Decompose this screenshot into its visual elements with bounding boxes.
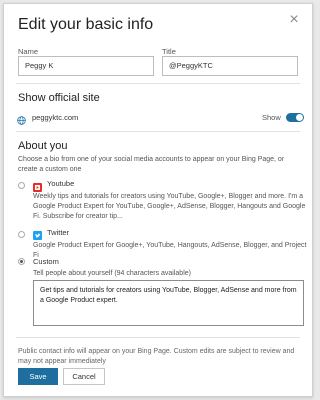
youtube-bio: Weekly tips and tutorials for creators u… <box>33 193 306 220</box>
youtube-option-label: Youtube <box>47 179 75 188</box>
name-field[interactable]: Peggy K <box>18 56 154 76</box>
dialog-title: Edit your basic info <box>18 16 154 33</box>
show-toggle-label: Show <box>262 113 281 122</box>
save-button[interactable]: Save <box>18 368 58 385</box>
twitter-option-label: Twitter <box>47 228 70 237</box>
toggle-knob <box>296 114 303 121</box>
title-label: Title <box>162 47 176 56</box>
show-site-toggle[interactable] <box>286 113 304 122</box>
divider <box>16 337 300 338</box>
custom-bio-textarea[interactable]: Get tips and tutorials for creators usin… <box>33 280 304 326</box>
close-icon[interactable]: × <box>286 12 302 28</box>
radio-twitter[interactable] <box>18 231 25 238</box>
twitter-bio: Google Product Expert for Google+, YouTu… <box>33 242 307 259</box>
public-info-notice: Public contact info will appear on your … <box>18 348 295 365</box>
about-instructions: Choose a bio from one of your social med… <box>18 156 285 173</box>
globe-icon <box>17 112 26 130</box>
custom-bio-prompt: Tell people about yourself (94 character… <box>33 270 191 277</box>
radio-custom[interactable] <box>18 258 25 265</box>
twitter-icon <box>33 227 42 240</box>
official-site-url[interactable]: peggyktc.com <box>32 113 78 122</box>
official-site-heading: Show official site <box>18 92 100 104</box>
custom-option-label: Custom <box>33 257 59 266</box>
about-you-heading: About you <box>18 140 68 152</box>
youtube-icon <box>33 179 42 192</box>
divider <box>16 83 300 84</box>
divider <box>16 131 300 132</box>
name-label: Name <box>18 47 39 56</box>
cancel-button[interactable]: Cancel <box>63 368 105 385</box>
edit-basic-info-dialog: Edit your basic info × Name Peggy K Titl… <box>3 3 313 397</box>
title-field[interactable]: @PeggyKTC <box>162 56 298 76</box>
radio-youtube[interactable] <box>18 182 25 189</box>
